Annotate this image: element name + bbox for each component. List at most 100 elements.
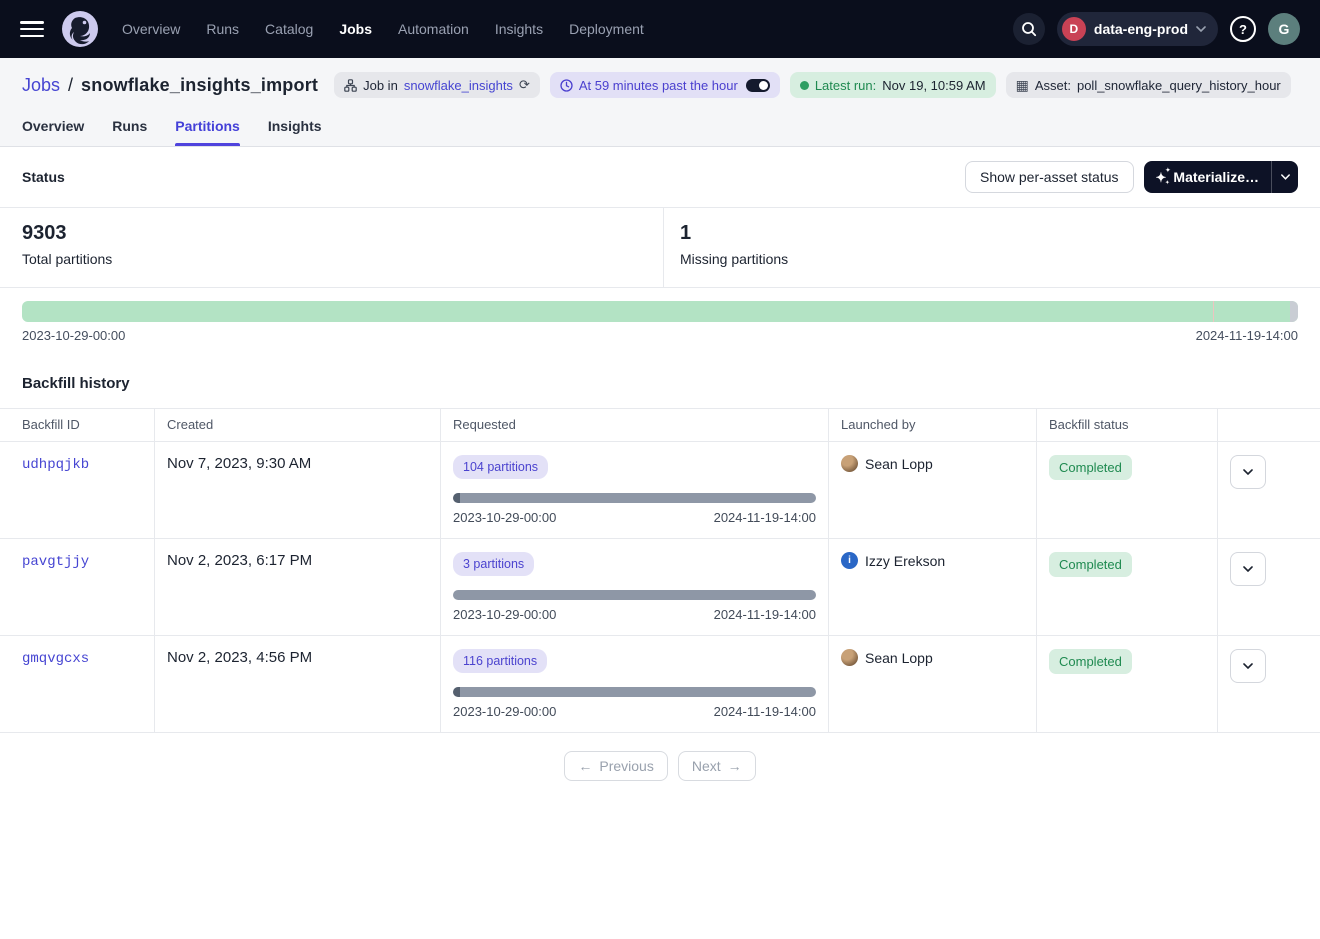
avatar: [841, 649, 858, 666]
status-badge: Completed: [1049, 455, 1132, 480]
job-location-link[interactable]: snowflake_insights: [404, 78, 513, 93]
total-partitions-label: Total partitions: [22, 251, 641, 267]
latest-run-value: Nov 19, 10:59 AM: [882, 78, 985, 93]
partitions-panel: Status Show per-asset status ✦✦✦ Materia…: [0, 147, 1320, 811]
range-end: 2024-11-19-14:00: [714, 510, 816, 525]
actions-cell: [1218, 539, 1320, 636]
breadcrumb-separator: /: [68, 75, 73, 96]
avatar: i: [841, 552, 858, 569]
row-menu-chevron-icon: [1243, 566, 1253, 572]
backfill-history-title: Backfill history: [0, 343, 1320, 408]
launched-by-name: Izzy Erekson: [865, 553, 945, 569]
nav-item-insights[interactable]: Insights: [495, 21, 543, 37]
row-menu-button[interactable]: [1230, 552, 1266, 586]
asset-tag[interactable]: ▦ Asset: poll_snowflake_query_history_ho…: [1006, 72, 1291, 98]
launched-by-cell: Sean Lopp: [829, 636, 1037, 733]
avatar: [841, 455, 858, 472]
nav-item-automation[interactable]: Automation: [398, 21, 469, 37]
table-row: pavgtjjy: [0, 539, 155, 636]
status-cell: Completed: [1037, 636, 1218, 733]
materialize-dropdown-button[interactable]: [1272, 161, 1298, 193]
environment-badge: D: [1062, 17, 1086, 41]
schedule-toggle[interactable]: [746, 79, 770, 92]
nav-item-catalog[interactable]: Catalog: [265, 21, 313, 37]
asset-label: Asset:: [1035, 78, 1071, 93]
status-cell: Completed: [1037, 442, 1218, 539]
show-per-asset-status-button[interactable]: Show per-asset status: [965, 161, 1134, 193]
status-badge: Completed: [1049, 649, 1132, 674]
nav-item-deployment[interactable]: Deployment: [569, 21, 644, 37]
requested-partitions-badge[interactable]: 3 partitions: [453, 552, 534, 576]
latest-run-tag[interactable]: Latest run: Nov 19, 10:59 AM: [790, 72, 996, 98]
job-tag-prefix: Job in: [363, 78, 398, 93]
next-page-button[interactable]: Next →: [678, 751, 756, 781]
primary-nav: Overview Runs Catalog Jobs Automation In…: [122, 21, 644, 37]
breadcrumb-jobs-link[interactable]: Jobs: [22, 75, 60, 96]
environment-switcher[interactable]: D data-eng-prod: [1057, 12, 1218, 46]
status-cell: Completed: [1037, 539, 1218, 636]
tab-overview[interactable]: Overview: [22, 108, 84, 146]
page-header: Jobs / snowflake_insights_import Job in …: [0, 58, 1320, 147]
backfill-id-link[interactable]: pavgtjjy: [22, 554, 89, 570]
status-section-title: Status: [22, 169, 65, 185]
requested-partitions-badge[interactable]: 104 partitions: [453, 455, 548, 479]
column-header-actions: [1218, 409, 1320, 442]
table-row: udhpqjkb: [0, 442, 155, 539]
schedule-tag[interactable]: At 59 minutes past the hour: [550, 72, 780, 98]
tab-insights[interactable]: Insights: [268, 108, 322, 146]
asset-value: poll_snowflake_query_history_hour: [1077, 78, 1281, 93]
backfill-id-link[interactable]: gmqvgcxs: [22, 651, 89, 667]
search-button[interactable]: [1013, 13, 1045, 45]
launched-by-name: Sean Lopp: [865, 456, 933, 472]
table-row: gmqvgcxs: [0, 636, 155, 733]
actions-cell: [1218, 636, 1320, 733]
tab-runs[interactable]: Runs: [112, 108, 147, 146]
launched-by-cell: Sean Lopp: [829, 442, 1037, 539]
total-partitions-stat: 9303 Total partitions: [0, 208, 663, 287]
column-header-backfill-status: Backfill status: [1037, 409, 1218, 442]
nav-item-overview[interactable]: Overview: [122, 21, 180, 37]
menu-icon[interactable]: [20, 21, 44, 37]
nav-item-runs[interactable]: Runs: [206, 21, 239, 37]
backfill-id-link[interactable]: udhpqjkb: [22, 457, 89, 473]
column-header-created: Created: [155, 409, 441, 442]
job-graph-icon: [344, 79, 357, 92]
help-icon: ?: [1239, 22, 1247, 37]
page-tabs: Overview Runs Partitions Insights: [0, 108, 1320, 146]
dagster-logo[interactable]: [60, 9, 100, 49]
sparkle-icon: ✦✦✦: [1156, 171, 1167, 184]
partition-range-start: 2023-10-29-00:00: [22, 328, 125, 343]
requested-cell: 104 partitions 2023-10-29-00:00 2024-11-…: [441, 442, 829, 539]
range-end: 2024-11-19-14:00: [714, 704, 816, 719]
previous-page-button[interactable]: ← Previous: [564, 751, 667, 781]
previous-label: Previous: [599, 758, 653, 774]
refresh-icon[interactable]: ⟳: [519, 77, 530, 93]
partition-health-bar[interactable]: [22, 301, 1298, 322]
tab-partitions[interactable]: Partitions: [175, 108, 240, 146]
materialize-button[interactable]: ✦✦✦ Materialize…: [1144, 161, 1272, 193]
job-tag[interactable]: Job in snowflake_insights ⟳: [334, 72, 540, 98]
backfill-range-bar: [453, 590, 816, 600]
created-cell: Nov 2, 2023, 6:17 PM: [155, 539, 441, 636]
row-menu-button[interactable]: [1230, 455, 1266, 489]
caret-down-icon: [1281, 174, 1290, 180]
asset-grid-icon: ▦: [1016, 78, 1029, 92]
help-button[interactable]: ?: [1230, 16, 1256, 42]
row-menu-button[interactable]: [1230, 649, 1266, 683]
latest-run-label: Latest run:: [815, 78, 876, 93]
search-icon: [1021, 21, 1037, 37]
backfill-history-table: Backfill ID Created Requested Launched b…: [0, 408, 1320, 733]
user-avatar[interactable]: G: [1268, 13, 1300, 45]
partition-stats: 9303 Total partitions 1 Missing partitio…: [0, 207, 1320, 288]
partition-marker: [1213, 301, 1214, 322]
missing-partitions-label: Missing partitions: [680, 251, 1298, 267]
breadcrumb: Jobs / snowflake_insights_import Job in …: [0, 58, 1320, 108]
launched-by-name: Sean Lopp: [865, 650, 933, 666]
row-menu-chevron-icon: [1243, 663, 1253, 669]
requested-partitions-badge[interactable]: 116 partitions: [453, 649, 547, 673]
arrow-right-icon: →: [728, 758, 742, 774]
latest-run-status-dot: [800, 81, 809, 90]
nav-item-jobs[interactable]: Jobs: [339, 21, 372, 37]
column-header-requested: Requested: [441, 409, 829, 442]
created-cell: Nov 7, 2023, 9:30 AM: [155, 442, 441, 539]
